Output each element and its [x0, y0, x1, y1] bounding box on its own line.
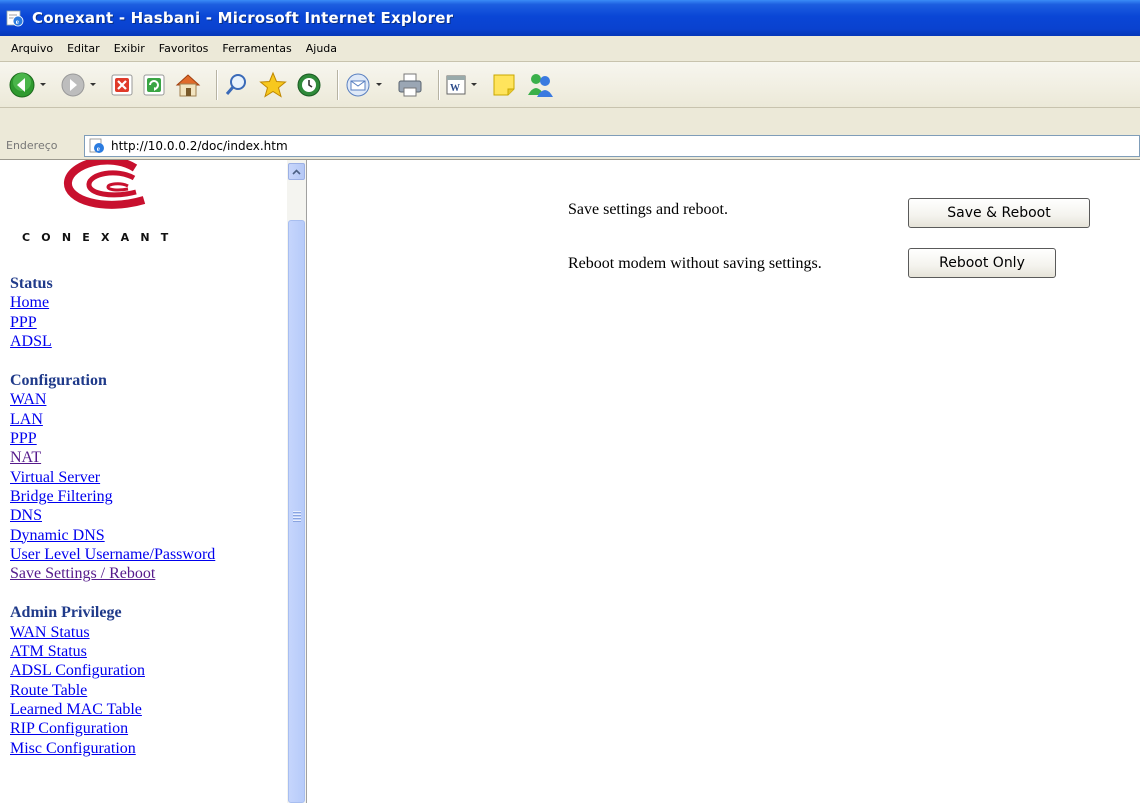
nav-link-wan-status[interactable]: WAN Status: [10, 623, 282, 642]
address-field[interactable]: e http://10.0.0.2/doc/index.htm: [84, 135, 1140, 157]
forward-button[interactable]: [60, 68, 102, 102]
content-frame: Save settings and reboot. Save & Reboot …: [308, 160, 1140, 803]
history-button[interactable]: [295, 68, 323, 102]
nav-link-save-settings-reboot[interactable]: Save Settings / Reboot: [10, 564, 282, 583]
address-bar: Endereço e http://10.0.0.2/doc/index.htm: [0, 108, 1140, 160]
chevron-up-icon: [292, 168, 301, 175]
menu-ajuda[interactable]: Ajuda: [299, 40, 344, 57]
nav-link-dynamic-dns[interactable]: Dynamic DNS: [10, 526, 282, 545]
nav-link-nat[interactable]: NAT: [10, 448, 282, 467]
nav-link-rip-configuration[interactable]: RIP Configuration: [10, 719, 282, 738]
mail-button[interactable]: [344, 68, 388, 102]
conexant-logo: [40, 160, 180, 221]
nav-link-dns[interactable]: DNS: [10, 506, 282, 525]
menu-exibir[interactable]: Exibir: [107, 40, 152, 57]
print-button[interactable]: [396, 68, 424, 102]
title-bar: e Conexant - Hasbani - Microsoft Interne…: [0, 0, 1140, 36]
nav-link-atm-status[interactable]: ATM Status: [10, 642, 282, 661]
menu-arquivo[interactable]: Arquivo: [4, 40, 60, 57]
navigation-frame: CONEXANT Status Home PPP ADSL Configurat…: [0, 160, 307, 803]
nav-heading-configuration: Configuration: [10, 372, 107, 390]
favorites-icon: [259, 71, 287, 98]
nav-scrollbar[interactable]: [287, 160, 306, 803]
edit-icon: W: [446, 75, 466, 94]
reboot-only-label: Reboot modem without saving settings.: [568, 255, 822, 272]
search-icon: [225, 73, 246, 95]
nav-link-virtual-server[interactable]: Virtual Server: [10, 468, 282, 487]
history-icon: [297, 73, 321, 96]
forward-icon: [61, 73, 85, 96]
address-label: Endereço: [6, 139, 58, 152]
back-icon: [9, 72, 35, 97]
nav-link-user-level-password[interactable]: User Level Username/Password: [10, 545, 282, 564]
svg-text:e: e: [16, 18, 19, 26]
refresh-button[interactable]: [142, 68, 166, 102]
nav-link-adsl-configuration[interactable]: ADSL Configuration: [10, 661, 282, 680]
nav-link-home[interactable]: Home: [10, 293, 282, 312]
menu-bar: Arquivo Editar Exibir Favoritos Ferramen…: [0, 36, 1140, 62]
nav-link-status-adsl[interactable]: ADSL: [10, 332, 282, 351]
print-icon: [398, 73, 422, 96]
notes-icon: [493, 74, 515, 95]
messenger-button[interactable]: [525, 68, 555, 102]
nav-link-lan[interactable]: LAN: [10, 410, 282, 429]
nav-heading-status: Status: [10, 275, 53, 292]
toolbar: W: [0, 62, 1140, 108]
back-button[interactable]: [8, 68, 52, 102]
menu-favoritos[interactable]: Favoritos: [152, 40, 216, 57]
menu-editar[interactable]: Editar: [60, 40, 107, 57]
nav-link-config-ppp[interactable]: PPP: [10, 429, 282, 448]
scroll-up-button[interactable]: [288, 163, 305, 180]
mail-icon: [346, 73, 370, 96]
ie-app-icon[interactable]: e: [6, 9, 24, 27]
window-title: Conexant - Hasbani - Microsoft Internet …: [32, 9, 454, 27]
notes-button[interactable]: [491, 68, 517, 102]
address-url: http://10.0.0.2/doc/index.htm: [111, 139, 288, 153]
nav-heading-admin-privilege: Admin Privilege: [10, 604, 122, 622]
stop-button[interactable]: [110, 68, 134, 102]
messenger-icon: [528, 73, 553, 97]
page-icon: e: [89, 138, 104, 153]
nav-link-misc-configuration[interactable]: Misc Configuration: [10, 739, 282, 758]
menu-ferramentas[interactable]: Ferramentas: [215, 40, 298, 57]
scroll-grip: [293, 511, 301, 523]
nav-link-route-table[interactable]: Route Table: [10, 681, 282, 700]
svg-text:W: W: [450, 83, 460, 94]
nav-link-bridge-filtering[interactable]: Bridge Filtering: [10, 487, 282, 506]
edit-button[interactable]: W: [445, 68, 483, 102]
favorites-button[interactable]: [259, 68, 287, 102]
home-icon: [175, 73, 201, 96]
save-reboot-label: Save settings and reboot.: [568, 201, 728, 218]
nav-link-learned-mac-table[interactable]: Learned MAC Table: [10, 700, 282, 719]
svg-text:e: e: [97, 145, 100, 153]
nav-link-status-ppp[interactable]: PPP: [10, 313, 282, 332]
conexant-wordmark: CONEXANT: [22, 231, 180, 244]
nav-link-wan[interactable]: WAN: [10, 390, 282, 409]
home-button[interactable]: [174, 68, 202, 102]
save-reboot-button[interactable]: Save & Reboot: [908, 198, 1090, 228]
scroll-thumb[interactable]: [288, 220, 305, 803]
stop-icon: [111, 74, 133, 95]
nav-list: Status Home PPP ADSL Configuration WAN L…: [10, 274, 282, 758]
search-button[interactable]: [223, 68, 251, 102]
reboot-only-button[interactable]: Reboot Only: [908, 248, 1056, 278]
refresh-icon: [143, 74, 165, 95]
